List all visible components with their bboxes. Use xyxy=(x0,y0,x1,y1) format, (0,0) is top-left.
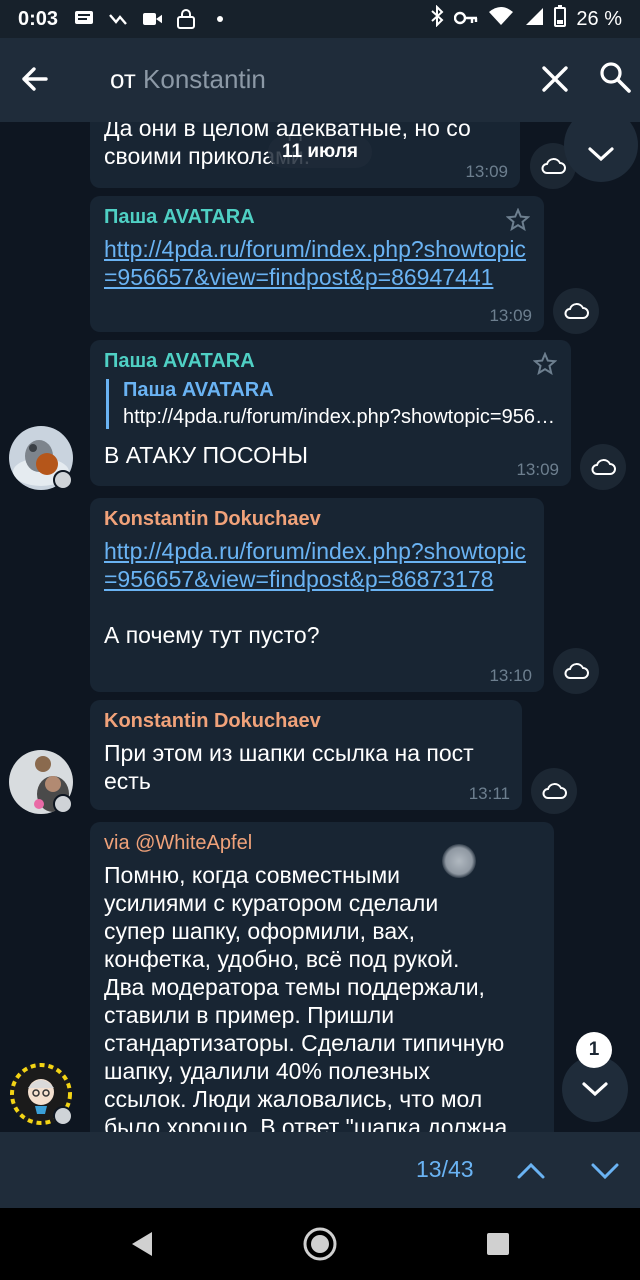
search-query-field[interactable]: от Konstantin xyxy=(110,64,266,95)
message-time: 13:11 xyxy=(468,784,510,803)
star-button[interactable] xyxy=(505,207,531,232)
chevron-down-icon xyxy=(591,1163,619,1180)
status-bar: 0:03 26 % xyxy=(0,0,640,38)
cloud-save-button[interactable] xyxy=(531,768,577,814)
search-query-name: Konstantin xyxy=(143,64,266,94)
search-button[interactable] xyxy=(598,60,632,94)
battery-icon xyxy=(554,5,567,33)
cloud-icon xyxy=(564,663,589,679)
online-status-dot xyxy=(53,470,73,490)
message-bubble[interactable]: via @WhiteApfel Помню, когда совместными… xyxy=(90,822,554,1132)
chat-history[interactable]: Да они в целом адекватные, но со своими … xyxy=(0,122,640,1132)
message-sender: Паша AVATARA xyxy=(104,206,255,228)
message-bubble[interactable]: Konstantin Dokuchaev При этом из шапки с… xyxy=(90,700,522,810)
cloud-save-button[interactable] xyxy=(553,288,599,334)
close-icon xyxy=(542,66,568,92)
message-sender: Паша AVATARA xyxy=(104,350,255,372)
chevron-down-icon xyxy=(582,1082,608,1097)
battery-percent: 26 % xyxy=(576,7,622,30)
message-time: 13:09 xyxy=(489,306,532,325)
back-button[interactable] xyxy=(18,62,52,96)
system-navigation-bar xyxy=(0,1208,640,1280)
message-link[interactable]: http://4pda.ru/forum/index.php?showtopic… xyxy=(104,235,534,291)
search-query-prefix: от xyxy=(110,64,136,94)
search-result-counter: 13/43 xyxy=(416,1156,474,1182)
bluetooth-icon xyxy=(430,4,444,33)
dot-icon xyxy=(210,10,230,28)
search-results-bar: 13/43 xyxy=(0,1132,640,1208)
star-button[interactable] xyxy=(532,351,558,376)
messages-icon xyxy=(74,10,94,28)
cloud-icon xyxy=(591,459,616,475)
scroll-mentions-button[interactable] xyxy=(564,122,638,182)
status-time: 0:03 xyxy=(18,7,59,30)
signal-icon xyxy=(524,6,544,32)
system-recents-button[interactable] xyxy=(486,1232,510,1256)
swap-icon xyxy=(108,10,128,28)
lock-icon xyxy=(176,9,196,29)
wifi-icon xyxy=(488,6,514,32)
search-icon xyxy=(600,62,631,93)
previous-result-button[interactable] xyxy=(516,1156,546,1186)
message-link[interactable]: http://4pda.ru/forum/index.php?showtopic… xyxy=(104,537,534,593)
reply-quote-name: Паша AVATARA xyxy=(123,379,274,401)
star-icon xyxy=(532,351,558,376)
reply-quote-text: http://4pda.ru/forum/index.php?showtopic… xyxy=(123,406,559,428)
online-status-dot xyxy=(53,794,73,814)
system-back-button[interactable] xyxy=(128,1230,156,1258)
touch-indicator xyxy=(442,844,476,878)
message-sender: Konstantin Dokuchaev xyxy=(104,710,321,732)
message-text: В АТАКУ ПОСОНЫ xyxy=(104,442,308,468)
system-home-button[interactable] xyxy=(302,1226,338,1262)
message-text: А почему тут пусто? xyxy=(104,622,320,648)
cloud-save-button[interactable] xyxy=(580,444,626,490)
video-icon xyxy=(142,10,163,28)
message-time: 13:09 xyxy=(465,162,508,181)
date-chip: 11 июля xyxy=(268,136,372,168)
message-text: Помню, когда совместными усилиями с кура… xyxy=(104,862,508,1132)
message-bubble[interactable]: Паша AVATARA Паша AVATARA http://4pda.ru… xyxy=(90,340,571,486)
reply-quote[interactable]: Паша AVATARA http://4pda.ru/forum/index.… xyxy=(106,379,559,429)
chevron-up-icon xyxy=(517,1162,545,1179)
message-text: При этом из шапки ссылка на пост есть xyxy=(104,740,474,794)
cloud-save-button[interactable] xyxy=(553,648,599,694)
square-recents-icon xyxy=(487,1233,509,1255)
triangle-back-icon xyxy=(132,1232,152,1256)
home-circle-icon xyxy=(303,1227,337,1261)
unread-count-badge: 1 xyxy=(576,1032,612,1068)
next-result-button[interactable] xyxy=(590,1156,620,1186)
message-sender: Konstantin Dokuchaev xyxy=(104,508,321,530)
star-icon xyxy=(505,207,531,232)
clear-search-button[interactable] xyxy=(540,62,570,96)
message-bubble[interactable]: Паша AVATARA http://4pda.ru/forum/index.… xyxy=(90,196,544,332)
cloud-icon xyxy=(542,783,567,799)
chevron-down-icon xyxy=(588,147,614,162)
key-icon xyxy=(454,8,478,31)
cloud-icon xyxy=(564,303,589,319)
search-header: от Konstantin xyxy=(0,38,640,122)
arrow-left-icon xyxy=(22,67,48,91)
online-status-dot xyxy=(53,1106,73,1126)
message-bubble[interactable]: Konstantin Dokuchaev http://4pda.ru/foru… xyxy=(90,498,544,692)
message-time: 13:10 xyxy=(489,666,532,685)
cloud-icon xyxy=(541,158,566,174)
message-time: 13:09 xyxy=(516,460,559,479)
message-sender: via @WhiteApfel xyxy=(104,832,253,854)
